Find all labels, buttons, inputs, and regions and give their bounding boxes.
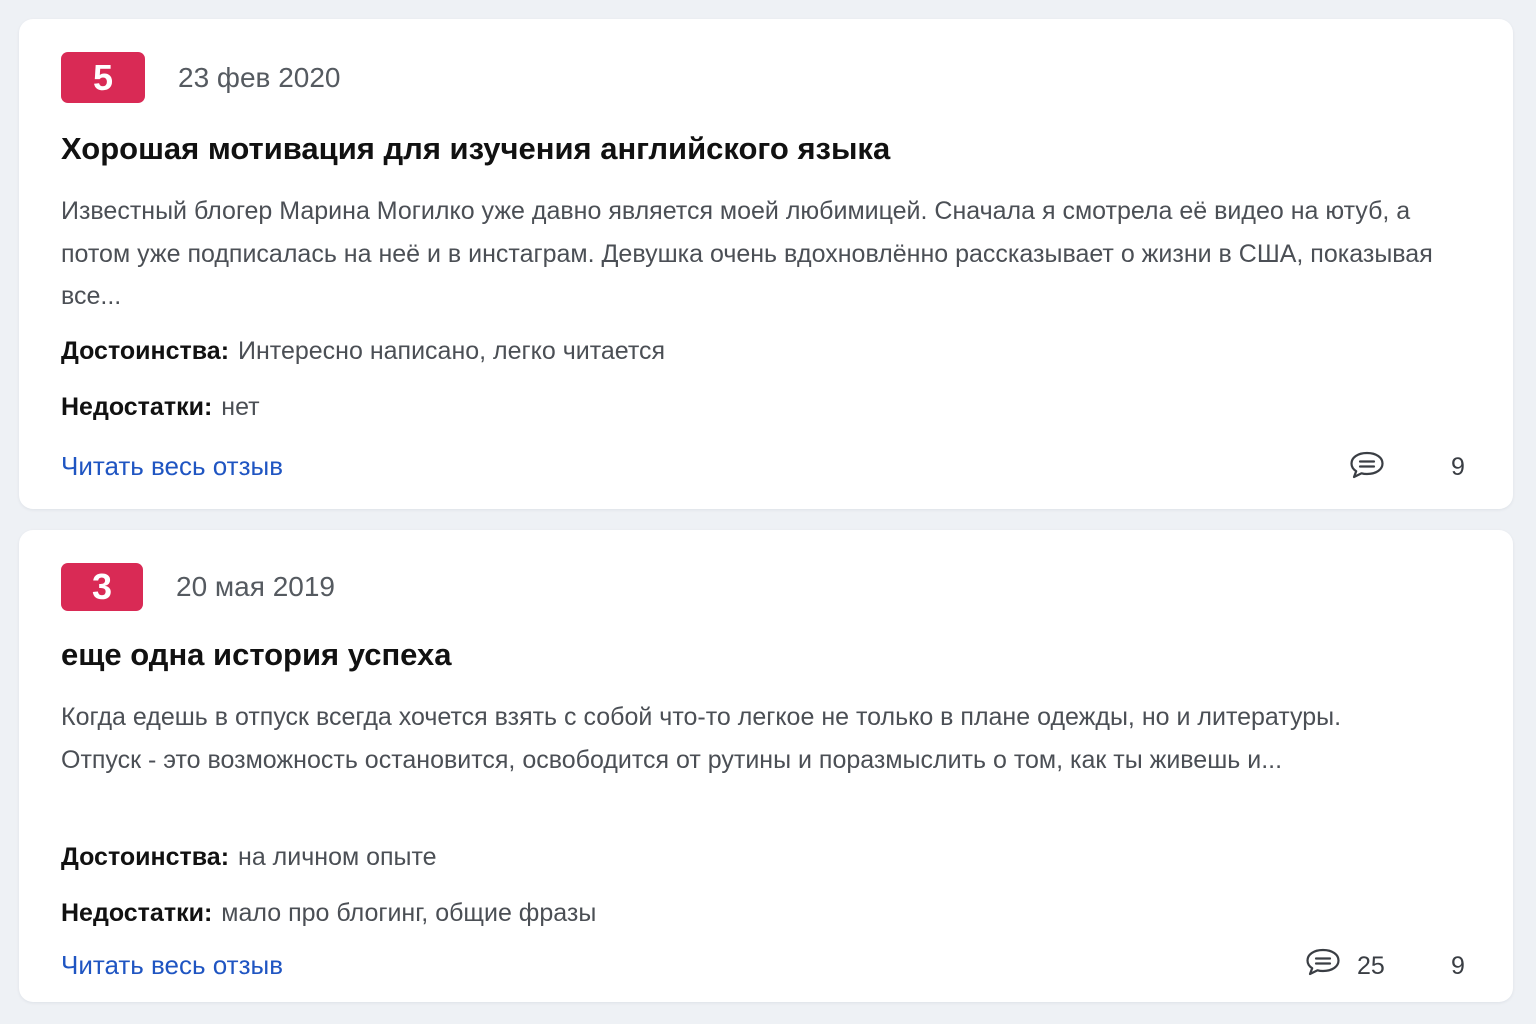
rating-badge: 5 bbox=[61, 52, 145, 103]
pros-text: Интересно написано, легко читается bbox=[238, 337, 666, 365]
review-card: 5 23 фев 2020 Хорошая мотивация для изуч… bbox=[19, 19, 1513, 509]
comment-count: 25 bbox=[1357, 952, 1385, 980]
cons-label: Недостатки: bbox=[61, 393, 213, 421]
cons-text: мало про блогинг, общие фразы bbox=[221, 899, 597, 927]
read-full-review-link[interactable]: Читать весь отзыв bbox=[61, 950, 283, 981]
comment-bubble-icon[interactable] bbox=[1349, 450, 1385, 480]
comment-bubble-icon[interactable] bbox=[1305, 947, 1341, 977]
pros-label: Достоинства: bbox=[61, 843, 230, 871]
cons-text: нет bbox=[221, 393, 260, 421]
review-date: 23 фев 2020 bbox=[178, 61, 341, 93]
review-pros: Достоинства: Интересно написано, легко чи… bbox=[61, 337, 665, 366]
review-card: 3 20 мая 2019 еще одна история успеха Ко… bbox=[19, 530, 1513, 1002]
reviews-feed: 5 23 фев 2020 Хорошая мотивация для изуч… bbox=[0, 0, 1536, 1024]
review-date: 20 мая 2019 bbox=[176, 571, 335, 602]
review-count: 9 bbox=[1451, 952, 1465, 980]
review-count: 9 bbox=[1451, 453, 1465, 481]
review-pros: Достоинства: на личном опыте bbox=[61, 843, 437, 872]
cons-label: Недостатки: bbox=[61, 899, 213, 927]
review-excerpt: Когда едешь в отпуск всегда хочется взят… bbox=[61, 703, 1342, 774]
review-cons: Недостатки: мало про блогинг, общие фразы bbox=[61, 899, 596, 928]
review-header: 5 23 фев 2020 bbox=[61, 52, 340, 103]
review-title[interactable]: Хорошая мотивация для изучения английско… bbox=[61, 131, 890, 167]
pros-label: Достоинства: bbox=[61, 337, 230, 365]
review-header: 3 20 мая 2019 bbox=[61, 563, 335, 611]
review-excerpt: Известный блогер Марина Могилко уже давн… bbox=[61, 197, 1433, 310]
review-title[interactable]: еще одна история успеха bbox=[61, 637, 451, 673]
rating-badge: 3 bbox=[61, 563, 143, 611]
pros-text: на личном опыте bbox=[238, 843, 437, 871]
review-cons: Недостатки: нет bbox=[61, 393, 260, 422]
read-full-review-link[interactable]: Читать весь отзыв bbox=[61, 451, 283, 482]
